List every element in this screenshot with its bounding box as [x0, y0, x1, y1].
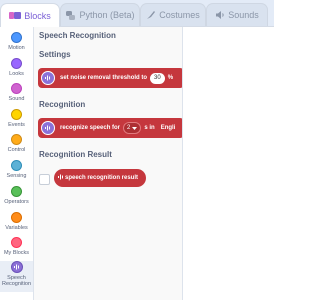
palette-title: Speech Recognition [39, 31, 116, 40]
category-label: Speech Recognition [1, 275, 32, 287]
speech-recognition-icon [41, 71, 55, 85]
category-looks[interactable]: Looks [0, 58, 33, 84]
category-speech-recognition[interactable]: Speech Recognition [0, 261, 33, 292]
category-label: Variables [5, 225, 28, 231]
category-label: Looks [9, 71, 24, 77]
reporter-text: speech recognition result [65, 175, 139, 181]
block-text: set noise removal threshold to [60, 75, 148, 81]
category-label: Sensing [6, 173, 27, 179]
recognition-heading: Recognition [39, 100, 86, 109]
category-color-dot [11, 160, 22, 171]
speech-recognition-icon [10, 261, 23, 273]
category-color-dot [11, 109, 22, 120]
code-icon [9, 12, 22, 19]
language-dropdown[interactable]: Engli [161, 125, 176, 131]
category-color-dot [11, 237, 22, 248]
category-label: Motion [8, 45, 25, 51]
block-text: recognize speech for [60, 125, 121, 131]
category-color-dot [11, 32, 22, 43]
category-control[interactable]: Control [0, 134, 33, 160]
tab-sounds-label: Sounds [228, 10, 259, 20]
category-sensing[interactable]: Sensing [0, 160, 33, 186]
category-variables[interactable]: Variables [0, 212, 33, 238]
block-palette: Speech Recognition Settings set noise re… [34, 27, 183, 300]
category-sound[interactable]: Sound [0, 83, 33, 109]
python-icon [66, 10, 76, 20]
category-color-dot [11, 212, 22, 223]
category-color-dot [11, 83, 22, 94]
tab-blocks-label: Blocks [24, 10, 51, 21]
recognize-speech-block[interactable]: recognize speech for 2 s in Engli [38, 118, 182, 138]
category-label: My Blocks [3, 250, 30, 256]
block-unit: % [167, 75, 174, 81]
editor-tab-bar: Blocks Python (Beta) Costumes Sounds [0, 0, 274, 27]
seconds-dropdown[interactable]: 2 [123, 122, 142, 134]
speech-recognition-result-reporter[interactable]: speech recognition result [54, 169, 147, 187]
category-label: Control [7, 147, 26, 153]
category-label: Operators [4, 199, 29, 205]
tab-blocks[interactable]: Blocks [0, 3, 60, 27]
speech-recognition-icon [57, 173, 65, 183]
speech-recognition-icon [41, 121, 55, 135]
tab-costumes[interactable]: Costumes [140, 3, 206, 26]
set-noise-threshold-block[interactable]: set noise removal threshold to 30 % [38, 68, 182, 88]
category-color-dot [11, 134, 22, 145]
seconds-value: 2 [127, 125, 131, 131]
category-events[interactable]: Events [0, 109, 33, 135]
script-workspace[interactable] [183, 27, 274, 300]
category-label: Sound [8, 96, 25, 102]
speaker-icon [216, 11, 224, 19]
tab-python-label: Python (Beta) [79, 10, 135, 20]
tab-sounds[interactable]: Sounds [206, 3, 268, 26]
category-label: Events [8, 122, 25, 128]
brush-icon [147, 11, 156, 19]
tab-costumes-label: Costumes [159, 10, 200, 20]
category-motion[interactable]: Motion [0, 32, 33, 58]
category-color-dot [11, 186, 22, 197]
chevron-down-icon [132, 126, 138, 130]
settings-heading: Settings [39, 50, 71, 59]
noise-threshold-input[interactable]: 30 [150, 72, 165, 84]
result-heading: Recognition Result [39, 150, 112, 159]
result-checkbox[interactable] [39, 174, 50, 185]
tab-python[interactable]: Python (Beta) [60, 3, 140, 26]
category-sidebar: Motion Looks Sound Events Control Sensin… [0, 27, 34, 300]
category-my-blocks[interactable]: My Blocks [0, 237, 33, 263]
block-unit: s in [144, 125, 155, 131]
category-operators[interactable]: Operators [0, 186, 33, 212]
category-color-dot [11, 58, 22, 69]
